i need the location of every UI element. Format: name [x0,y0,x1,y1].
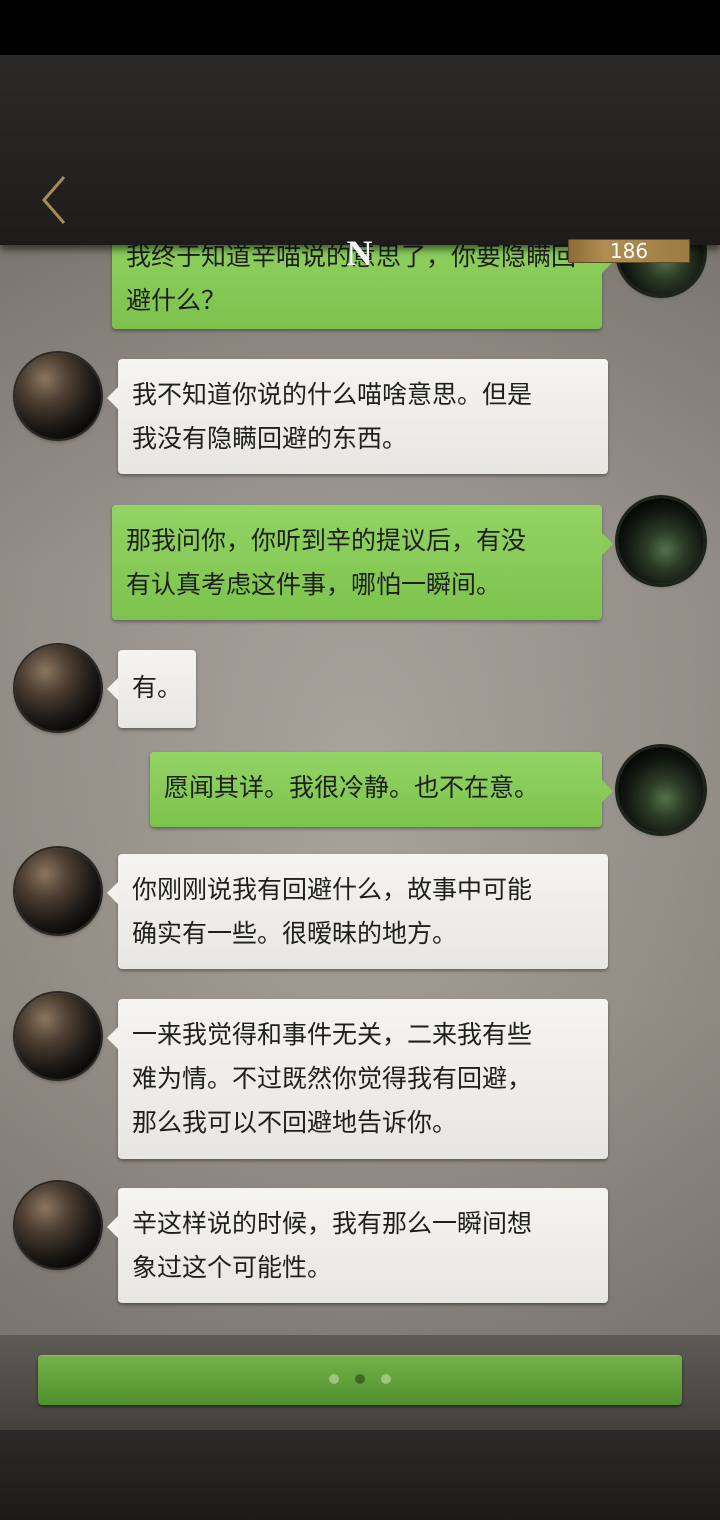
coin-count: 186 [609,239,649,263]
my-avatar[interactable] [618,747,704,833]
message-bubble-contact[interactable]: 一来我觉得和事件无关，二来我有些 难为情。不过既然你觉得我有回避， 那么我可以不… [107,999,608,1159]
continue-button[interactable] [38,1355,682,1405]
chevron-left-icon [42,176,66,224]
contact-avatar[interactable] [15,645,101,731]
message-bubble-mine[interactable]: 那我问你，你听到辛的提议后，有没 有认真考虑这件事，哪怕一瞬间。 [112,505,613,620]
message-bubble-mine[interactable]: 愿闻其详。我很冷静。也不在意。 [150,752,613,827]
contact-avatar[interactable] [15,993,101,1079]
message-bubble-contact[interactable]: 有。 [107,650,196,728]
message-bubble-contact[interactable]: 你刚刚说我有回避什么，故事中可能 确实有一些。很暧昧的地方。 [107,854,608,969]
chat-area[interactable]: 我终于知道辛喵说的意思了，你要隐瞒回避什么？ 我不知道你说的什么喵啥意思。但是 … [0,245,720,1335]
typing-dot [355,1374,365,1384]
message-bubble-contact[interactable]: 辛这样说的时候，我有那么一瞬间想 象过这个可能性。 [107,1188,608,1303]
contact-avatar[interactable] [15,848,101,934]
top-bar: N 186 [0,55,720,273]
system-navigation-bar [0,1430,720,1520]
back-button[interactable] [30,173,80,229]
contact-avatar[interactable] [15,353,101,439]
message-bubble-contact[interactable]: 我不知道你说的什么喵啥意思。但是 我没有隐瞒回避的东西。 [107,359,608,474]
typing-dot [381,1374,391,1384]
status-bar [0,0,720,55]
coin-counter: 186 [568,239,690,263]
contact-avatar[interactable] [15,1182,101,1268]
my-avatar[interactable] [618,498,704,584]
typing-dot [329,1374,339,1384]
